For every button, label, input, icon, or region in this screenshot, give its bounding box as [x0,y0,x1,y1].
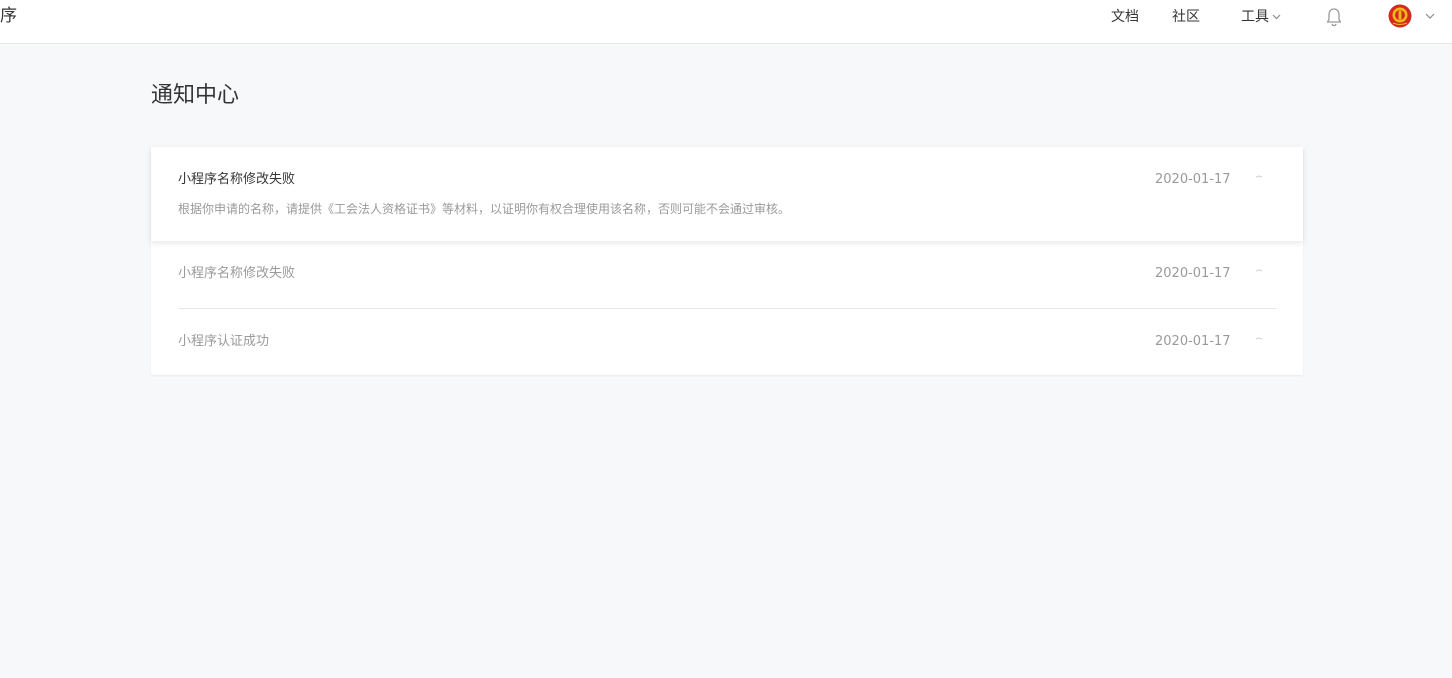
notice-date: 2020-01-17 [1155,334,1231,349]
top-navigation-bar: 序 文档 社区 工具 [0,0,1452,44]
nav-docs-link[interactable]: 文档 [1111,8,1139,26]
notice-item[interactable]: 小程序名称修改失败 2020-01-17 [151,241,1303,308]
bell-icon[interactable] [1325,7,1343,27]
notice-title: 小程序名称修改失败 [178,266,296,281]
nav-community-link[interactable]: 社区 [1172,8,1200,26]
brand-title[interactable]: 序 [0,5,17,27]
page-title: 通知中心 [151,83,240,108]
notice-item[interactable]: 小程序认证成功 2020-01-17 [178,308,1276,375]
expand-arrow-icon[interactable] [1255,268,1263,274]
chevron-down-icon [1272,14,1281,20]
notice-title: 小程序名称修改失败 [178,172,296,187]
nav-tools-menu[interactable]: 工具 [1241,8,1281,26]
nav-tools-label: 工具 [1241,9,1269,25]
notice-date: 2020-01-17 [1155,266,1231,281]
notice-date: 2020-01-17 [1155,172,1231,187]
account-chevron-down-icon[interactable] [1425,12,1435,20]
notice-body: 根据你申请的名称，请提供《工会法人资格证书》等材料，以证明你有权合理使用该名称，… [178,202,791,216]
notice-title: 小程序认证成功 [178,334,270,349]
collapse-arrow-icon[interactable] [1255,174,1263,180]
user-avatar[interactable] [1388,4,1412,28]
notice-list: 小程序名称修改失败 2020-01-17 根据你申请的名称，请提供《工会法人资格… [151,147,1303,375]
notice-item-expanded[interactable]: 小程序名称修改失败 2020-01-17 根据你申请的名称，请提供《工会法人资格… [151,147,1303,241]
expand-arrow-icon[interactable] [1255,336,1263,342]
